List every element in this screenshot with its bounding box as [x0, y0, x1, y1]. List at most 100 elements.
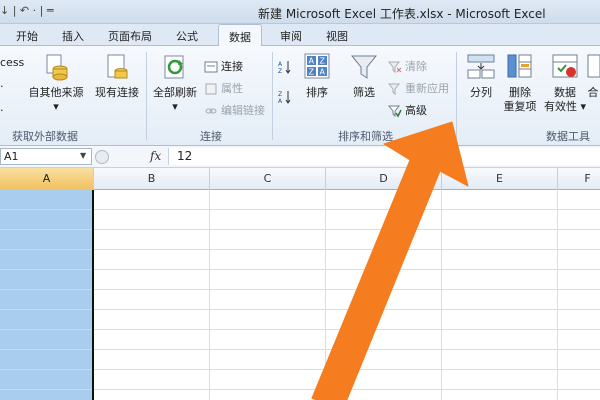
other-sources-button[interactable]: 自其他来源 ▾ [26, 52, 86, 114]
grid-cell[interactable] [210, 210, 326, 230]
grid-cell[interactable] [0, 290, 94, 310]
grid-cell[interactable] [558, 310, 600, 330]
grid-cell[interactable] [442, 350, 558, 370]
grid-cell[interactable] [442, 290, 558, 310]
reapply-button[interactable]: 重新应用 [388, 80, 449, 98]
from-text-button[interactable]: · [0, 104, 4, 122]
grid-cell[interactable] [326, 310, 442, 330]
grid-cell[interactable] [0, 230, 94, 250]
tab-page-layout[interactable]: 页面布局 [108, 28, 152, 44]
sort-descending-button[interactable]: ZA [278, 90, 295, 108]
consolidate-button[interactable]: 合 [586, 52, 600, 100]
grid-cell[interactable] [94, 270, 210, 290]
grid-cell[interactable] [442, 250, 558, 270]
grid-cell[interactable] [94, 370, 210, 390]
text-to-columns-button[interactable]: 分列 [462, 52, 500, 100]
tab-formulas[interactable]: 公式 [176, 28, 198, 44]
remove-duplicates-button[interactable]: 删除 重复项 [500, 52, 540, 114]
name-box[interactable]: A1 [0, 148, 92, 165]
grid-cell[interactable] [94, 250, 210, 270]
advanced-filter-button[interactable]: 高级 [388, 102, 427, 120]
grid-cell[interactable] [326, 290, 442, 310]
grid-cell[interactable] [326, 330, 442, 350]
grid-cell[interactable] [442, 330, 558, 350]
grid-cell[interactable] [94, 350, 210, 370]
grid-cell[interactable] [0, 390, 94, 400]
grid-cell[interactable] [210, 250, 326, 270]
name-box-dropdown-icon[interactable]: ▼ [80, 151, 86, 160]
grid-cell[interactable] [0, 210, 94, 230]
grid-cell[interactable] [442, 270, 558, 290]
grid-cell[interactable] [442, 230, 558, 250]
grid-cell[interactable] [326, 370, 442, 390]
grid-cell[interactable] [558, 390, 600, 400]
grid-cell[interactable] [210, 390, 326, 400]
grid-cell[interactable] [210, 310, 326, 330]
grid-cell[interactable] [558, 330, 600, 350]
grid-cell[interactable] [326, 230, 442, 250]
grid-cell[interactable] [442, 210, 558, 230]
grid-cell[interactable] [442, 190, 558, 210]
column-header-d[interactable]: D [326, 168, 442, 190]
grid-cell[interactable] [326, 210, 442, 230]
formula-input[interactable]: 12 [168, 148, 600, 165]
grid-cell[interactable] [326, 190, 442, 210]
insert-function-icon[interactable]: fx [150, 149, 161, 163]
clear-filter-button[interactable]: 清除 [388, 58, 427, 76]
grid-cell[interactable] [0, 330, 94, 350]
grid-cell[interactable] [442, 310, 558, 330]
column-header-f[interactable]: F [558, 168, 600, 190]
refresh-all-button[interactable]: 全部刷新 ▾ [150, 52, 200, 114]
tab-view[interactable]: 视图 [326, 28, 348, 44]
edit-links-button[interactable]: 编辑链接 [204, 102, 265, 120]
grid-cell[interactable] [558, 230, 600, 250]
grid-cell[interactable] [558, 210, 600, 230]
tab-home[interactable]: 开始 [16, 28, 38, 44]
grid-cell[interactable] [94, 390, 210, 400]
grid-cell[interactable] [326, 390, 442, 400]
grid-cell[interactable] [0, 370, 94, 390]
column-header-b[interactable]: B [94, 168, 210, 190]
grid-cell[interactable] [210, 330, 326, 350]
tab-review[interactable]: 审阅 [280, 28, 302, 44]
sort-ascending-button[interactable]: AZ [278, 60, 295, 78]
grid-cell[interactable] [442, 390, 558, 400]
tab-insert[interactable]: 插入 [62, 28, 84, 44]
data-validation-button[interactable]: 数据 有效性 ▾ [544, 52, 586, 114]
spreadsheet-grid[interactable]: A B C D E F [0, 168, 600, 400]
grid-cell[interactable] [94, 190, 210, 210]
grid-cell[interactable] [326, 250, 442, 270]
grid-cell[interactable] [94, 230, 210, 250]
grid-cell[interactable] [0, 350, 94, 370]
grid-cell[interactable] [558, 290, 600, 310]
grid-cell[interactable] [558, 270, 600, 290]
grid-cell[interactable] [94, 210, 210, 230]
column-header-e[interactable]: E [442, 168, 558, 190]
connections-button[interactable]: 连接 [204, 58, 243, 76]
grid-cell[interactable] [210, 190, 326, 210]
existing-connections-button[interactable]: 现有连接 [92, 52, 142, 100]
grid-cell[interactable] [0, 250, 94, 270]
filter-button[interactable]: 筛选 [346, 52, 382, 100]
formula-bar-circle-button[interactable] [95, 150, 109, 164]
grid-cell[interactable] [558, 250, 600, 270]
grid-cell[interactable] [558, 190, 600, 210]
sort-button[interactable]: A Z Z A 排序 [300, 52, 334, 100]
from-web-button[interactable]: · [0, 80, 4, 98]
grid-cell[interactable] [210, 290, 326, 310]
quick-access-toolbar[interactable]: ↓ | ↶ · | ═ [0, 4, 53, 17]
grid-cell[interactable] [0, 310, 94, 330]
grid-cell[interactable] [210, 370, 326, 390]
properties-button[interactable]: 属性 [204, 80, 243, 98]
grid-cell[interactable] [442, 370, 558, 390]
column-header-c[interactable]: C [210, 168, 326, 190]
grid-cell[interactable] [326, 350, 442, 370]
cell-area[interactable] [0, 190, 600, 400]
grid-cell[interactable] [210, 230, 326, 250]
tab-data[interactable]: 数据 [218, 24, 262, 47]
grid-cell[interactable] [326, 270, 442, 290]
grid-cell[interactable] [210, 270, 326, 290]
grid-cell[interactable] [94, 310, 210, 330]
grid-cell[interactable] [0, 190, 94, 210]
grid-cell[interactable] [0, 270, 94, 290]
